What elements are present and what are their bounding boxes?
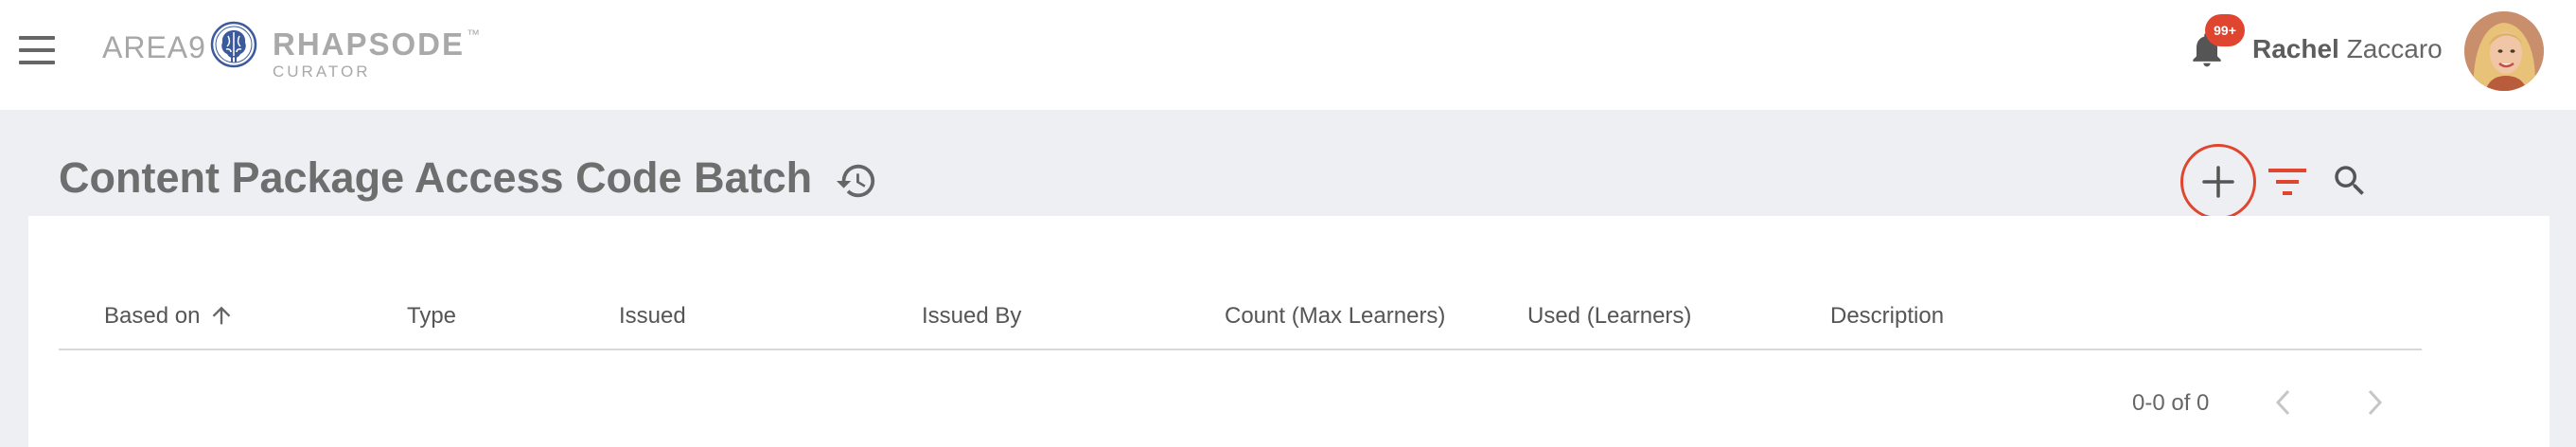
- brand-product-text: CURATOR: [273, 63, 371, 80]
- plus-icon: [2202, 166, 2234, 198]
- column-header-count[interactable]: Count (Max Learners): [1225, 303, 1445, 330]
- user-last-name: Zaccaro: [2346, 34, 2443, 63]
- search-icon[interactable]: [2330, 161, 2370, 201]
- notification-badge[interactable]: 99+: [2205, 14, 2245, 46]
- user-name[interactable]: Rachel Zaccaro: [2252, 34, 2443, 64]
- filter-icon[interactable]: [2267, 163, 2308, 201]
- column-header-used[interactable]: Used (Learners): [1527, 303, 1691, 330]
- arrow-up-icon[interactable]: [208, 301, 235, 330]
- user-first-name: Rachel: [2252, 34, 2339, 63]
- history-icon[interactable]: [835, 159, 878, 203]
- column-header-issued-by[interactable]: Issued By: [922, 303, 1021, 330]
- brand-name-text: RHAPSODE ™: [273, 27, 481, 62]
- trademark-symbol: ™: [467, 27, 481, 42]
- pagination-range: 0-0 of 0: [2132, 390, 2210, 416]
- menu-icon[interactable]: [19, 36, 55, 64]
- chevron-left-icon[interactable]: [2271, 386, 2296, 419]
- chevron-right-icon[interactable]: [2362, 386, 2387, 419]
- avatar-photo: [2464, 11, 2544, 91]
- brain-logo-icon: [210, 21, 257, 68]
- page-title: Content Package Access Code Batch: [59, 153, 813, 202]
- avatar[interactable]: [2464, 11, 2544, 91]
- top-app-bar: AREA9 RHAPSODE ™ CURATOR 99+ Rachel Zacca…: [0, 0, 2576, 110]
- column-header-type[interactable]: Type: [407, 303, 456, 330]
- column-header-description[interactable]: Description: [1830, 303, 1944, 330]
- brand-area9-text: AREA9: [102, 30, 206, 64]
- column-header-based-on[interactable]: Based on: [104, 303, 200, 330]
- column-header-issued[interactable]: Issued: [619, 303, 686, 330]
- table-header-divider: [59, 349, 2422, 350]
- add-button[interactable]: [2180, 144, 2256, 220]
